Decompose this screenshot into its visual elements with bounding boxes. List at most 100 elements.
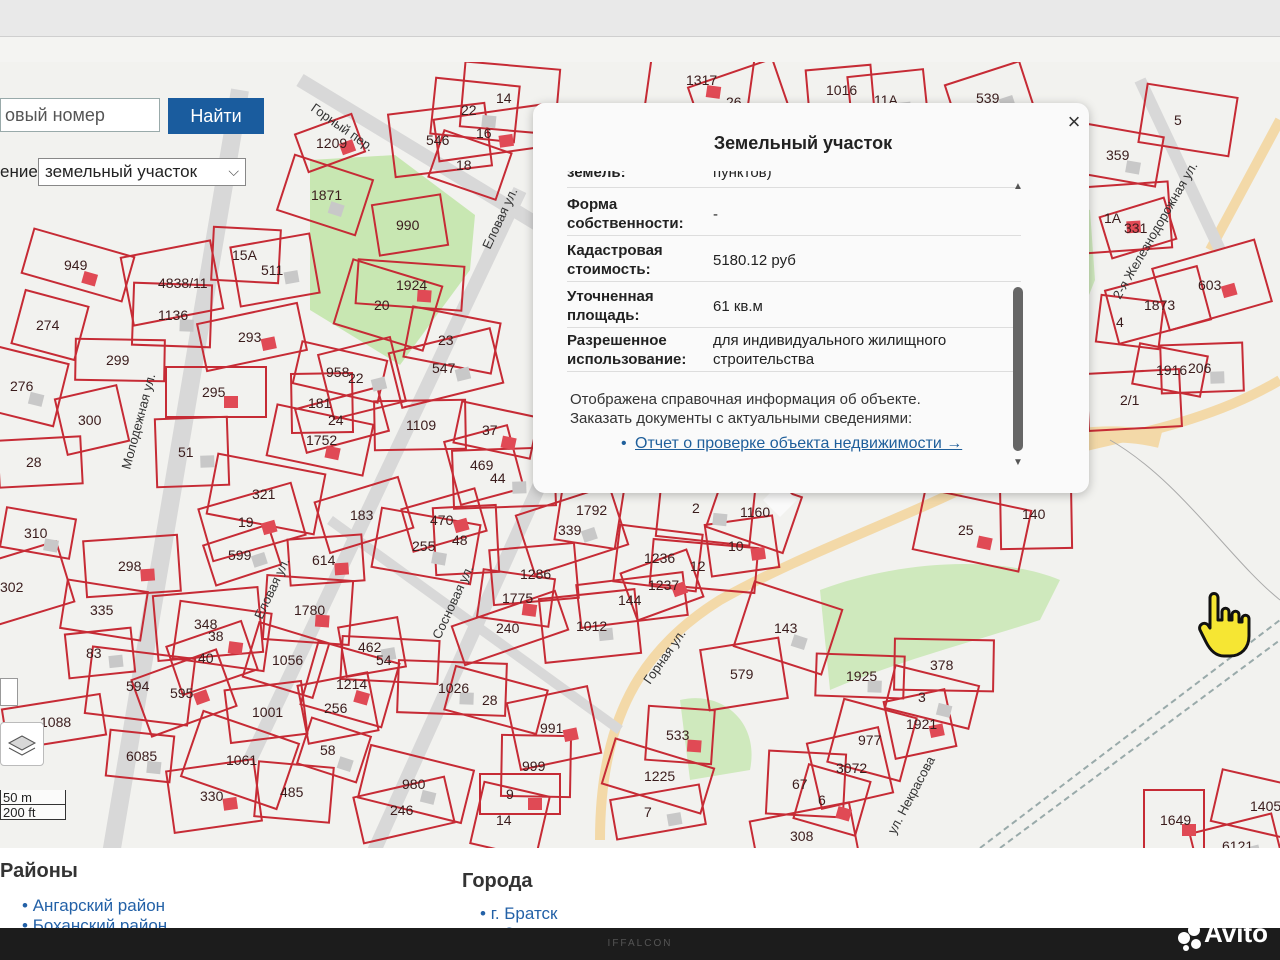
districts-heading: Районы xyxy=(0,860,78,882)
info-line: Заказать документы с актуальными сведени… xyxy=(570,410,913,427)
district-link[interactable]: • Ангарский район xyxy=(22,896,165,916)
parcel-number: 144 xyxy=(618,592,642,608)
parcel-number: 181 xyxy=(308,395,332,411)
parcel-number: 9 xyxy=(506,786,514,802)
street-label: Горная ул. xyxy=(640,626,688,686)
parcel-number: 276 xyxy=(10,378,34,394)
parcel-number: 1061 xyxy=(226,752,257,768)
parcel-number: 293 xyxy=(238,329,262,345)
parcel-number: 2 xyxy=(692,500,700,516)
parcel-number: 335 xyxy=(90,602,114,618)
property-report-link[interactable]: Отчет о проверке объекта недвижимости → xyxy=(635,435,962,453)
scroll-thumb[interactable] xyxy=(1013,287,1023,451)
building xyxy=(140,568,156,582)
hand-cursor-icon xyxy=(1198,592,1251,658)
parcel-number: 14 xyxy=(496,812,512,828)
parcel-number: 20 xyxy=(374,297,390,313)
parcel-number: 298 xyxy=(118,558,142,574)
parcel-number: 1286 xyxy=(520,566,551,582)
building xyxy=(528,798,542,810)
parcel-number: 1214 xyxy=(336,676,367,692)
parcel-number: 16 xyxy=(476,125,492,141)
parcel-number: 359 xyxy=(1106,147,1130,163)
object-type-select[interactable]: земельный участок ⌵ xyxy=(38,158,246,186)
cadastral-number-input[interactable]: овый номер xyxy=(0,98,160,132)
parcel-number: 1160 xyxy=(740,504,770,520)
building xyxy=(227,641,244,655)
parcel-number: 246 xyxy=(390,802,414,818)
parcel-number: 1873 xyxy=(1144,297,1175,313)
row-value: - xyxy=(713,206,718,223)
row-label: Кадастровая стоимость: xyxy=(567,242,663,278)
parcel-number: 1924 xyxy=(396,277,427,293)
parcel-number: 470 xyxy=(430,512,454,528)
parcel-number: 1012 xyxy=(576,618,607,634)
scroll-down-icon[interactable]: ▼ xyxy=(1013,457,1023,468)
building xyxy=(81,271,99,287)
row-label: Уточненная площадь: xyxy=(567,288,654,324)
parcel-number: 28 xyxy=(482,692,498,708)
layers-button[interactable] xyxy=(0,722,44,766)
building xyxy=(1210,371,1225,384)
parcel-number: 1001 xyxy=(252,704,283,720)
browser-top-bar xyxy=(0,0,1280,37)
avito-watermark: Avito xyxy=(1204,918,1269,948)
parcel-number: 25 xyxy=(958,522,974,538)
street-label: ул. Некрасова xyxy=(884,753,938,836)
object-type-label: ение: xyxy=(0,162,43,181)
parcel-number: 579 xyxy=(730,666,754,682)
parcel-number: 1649 xyxy=(1160,812,1191,828)
scale-meters: 50 m xyxy=(0,790,66,805)
parcel-number: 977 xyxy=(858,732,882,748)
popup-scrollbar[interactable]: ▲ ▼ xyxy=(1013,181,1025,471)
parcel-number: 991 xyxy=(540,720,564,736)
parcel-number: 14 xyxy=(496,90,512,106)
parcel-number: 183 xyxy=(350,507,374,523)
parcel-number: 7 xyxy=(644,804,652,820)
parcel-number: 299 xyxy=(106,352,130,368)
row-value: 5180.12 руб xyxy=(713,252,796,269)
railway xyxy=(999,639,1280,848)
info-row-permitted-use: Разрешенное использование: для индивидуа… xyxy=(567,331,1021,372)
parcel-number: 4838/11 xyxy=(158,275,208,291)
parcel-number: 2/1 xyxy=(1120,392,1140,408)
parcel-number: 22 xyxy=(461,102,477,118)
parcel-number: 5 xyxy=(1174,112,1182,128)
building xyxy=(283,270,300,285)
district-link-text[interactable]: Ангарский район xyxy=(33,896,165,915)
parcel-number: 51 xyxy=(178,444,194,460)
parcel-number: 603 xyxy=(1198,277,1222,293)
parcel-number: 1780 xyxy=(294,602,325,618)
building xyxy=(498,133,515,148)
scroll-up-icon[interactable]: ▲ xyxy=(1013,181,1023,192)
parcel-number: 547 xyxy=(432,360,456,376)
building xyxy=(512,481,527,494)
parcel-outline[interactable] xyxy=(609,783,707,841)
close-icon[interactable]: × xyxy=(1063,111,1085,133)
find-button[interactable]: Найти xyxy=(168,98,264,134)
road-north xyxy=(1205,117,1280,253)
parcel-number: 1921 xyxy=(906,716,937,732)
parcel-number: 58 xyxy=(320,742,336,758)
parcel-number: 614 xyxy=(312,552,336,568)
parcel-number: 140 xyxy=(1022,506,1046,522)
info-row-cadastral-value: Кадастровая стоимость: 5180.12 руб xyxy=(567,241,1021,282)
parcel-number: 83 xyxy=(86,645,102,661)
building xyxy=(666,812,683,827)
row-value: 61 кв.м xyxy=(713,298,763,315)
building xyxy=(935,702,953,718)
parcel-number: 300 xyxy=(78,412,102,428)
parcel-number: 599 xyxy=(228,547,252,563)
parcel-number: 1925 xyxy=(846,668,877,684)
screenshot-button[interactable] xyxy=(0,678,18,706)
parcel-number: 6085 xyxy=(126,748,157,764)
row-label: земель: xyxy=(567,171,626,181)
parcel-number: 511 xyxy=(261,262,284,278)
parcel-number: 533 xyxy=(666,727,690,743)
parcel-number: 1136 xyxy=(158,307,188,323)
city-link[interactable]: • г. Братск xyxy=(480,904,557,924)
info-row-area: Уточненная площадь: 61 кв.м xyxy=(567,287,1021,328)
city-link-text[interactable]: г. Братск xyxy=(491,904,558,923)
screen: 1209 546 22 18 16 14 1871 990 1924 20 511 15А 949 483… xyxy=(0,0,1280,960)
parcel-info-popup: Земельный участок × земель: пунктов) Фор… xyxy=(533,103,1089,493)
